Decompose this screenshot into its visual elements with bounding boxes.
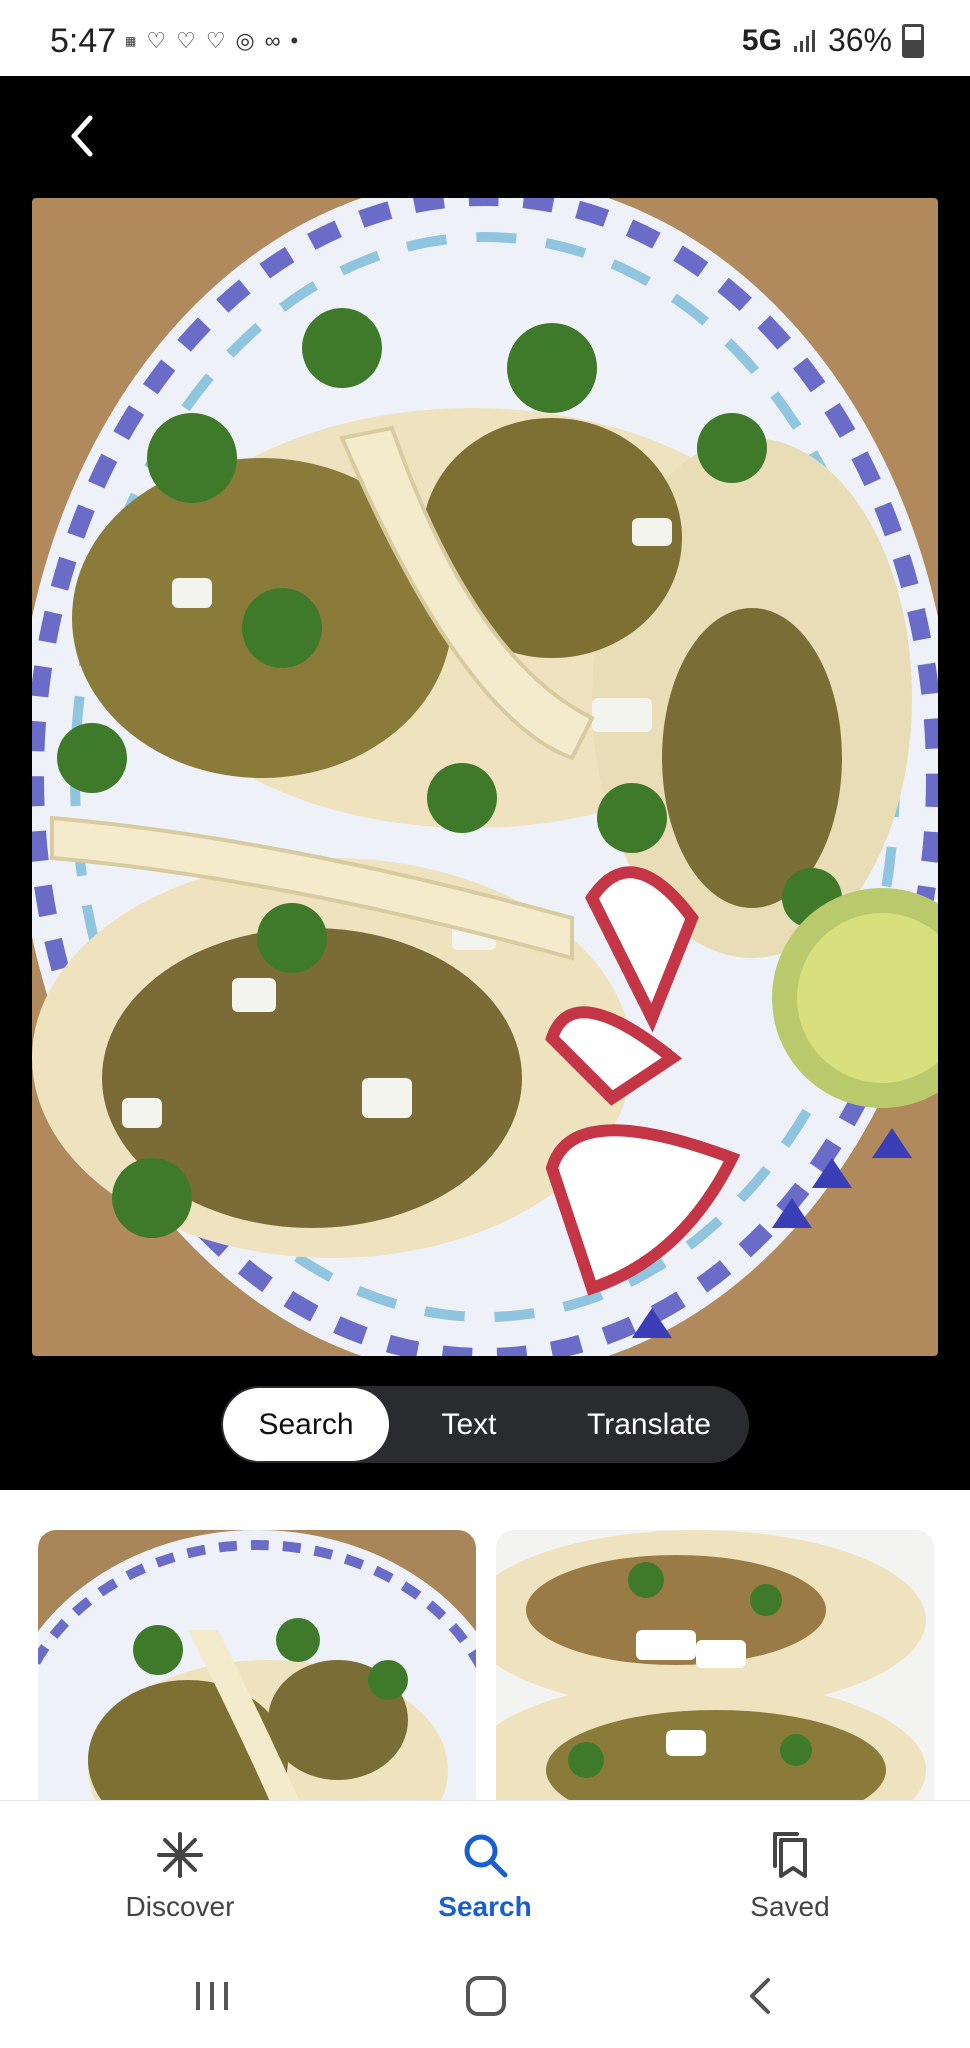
nav-saved[interactable]: Saved — [690, 1827, 890, 1923]
network-label: 5G — [741, 23, 782, 57]
instagram-icon: ◎ — [235, 28, 255, 53]
visual-matches — [0, 1490, 970, 1820]
status-time: 5:47 — [50, 22, 117, 60]
voicemail-icon: ∞ — [264, 28, 281, 53]
signal-icon — [793, 29, 815, 52]
tab-search[interactable]: Search — [223, 1388, 389, 1461]
tab-text[interactable]: Text — [389, 1386, 549, 1463]
result-thumbnail[interactable] — [38, 1530, 476, 1820]
tacos-photo — [32, 198, 938, 1356]
nav-saved-label: Saved — [750, 1891, 830, 1922]
recent-apps-icon[interactable] — [190, 1974, 234, 2018]
battery-percent: 36% — [827, 22, 892, 58]
tacos-thumbnail — [496, 1530, 934, 1820]
captured-photo[interactable] — [32, 198, 938, 1356]
temu-icon: ▦ — [125, 34, 137, 48]
lens-view: Search Text Translate — [0, 76, 970, 1490]
tacos-thumbnail — [38, 1530, 476, 1820]
back-icon[interactable] — [740, 1974, 784, 2018]
dot-icon: • — [290, 28, 299, 53]
nav-search[interactable]: Search — [385, 1827, 585, 1923]
heart-icon: ♡ — [176, 28, 196, 53]
nav-search-label: Search — [438, 1891, 532, 1922]
heart-icon: ♡ — [146, 28, 167, 53]
status-right: 5G 36% — [742, 22, 924, 59]
battery-icon — [902, 23, 924, 58]
home-icon[interactable] — [462, 1972, 510, 2020]
nav-discover-label: Discover — [125, 1891, 235, 1922]
notification-icons: ▦ ♡ ♡ ♡ ◎ ∞ • — [125, 28, 298, 54]
result-thumbnail[interactable] — [496, 1530, 934, 1820]
system-navigation-bar — [0, 1950, 970, 2048]
heart-icon: ♡ — [205, 28, 226, 53]
tab-translate[interactable]: Translate — [549, 1386, 749, 1463]
asterisk-icon — [80, 1827, 280, 1883]
bookmarks-icon — [690, 1827, 890, 1883]
bottom-navigation: Discover Search Saved — [0, 1800, 970, 1951]
search-icon — [385, 1827, 585, 1883]
status-bar: 5:47 ▦ ♡ ♡ ♡ ◎ ∞ • 5G 36% — [0, 0, 970, 76]
lens-mode-tabs: Search Text Translate — [221, 1386, 749, 1463]
back-arrow-icon[interactable] — [56, 106, 116, 166]
nav-discover[interactable]: Discover — [80, 1827, 280, 1923]
